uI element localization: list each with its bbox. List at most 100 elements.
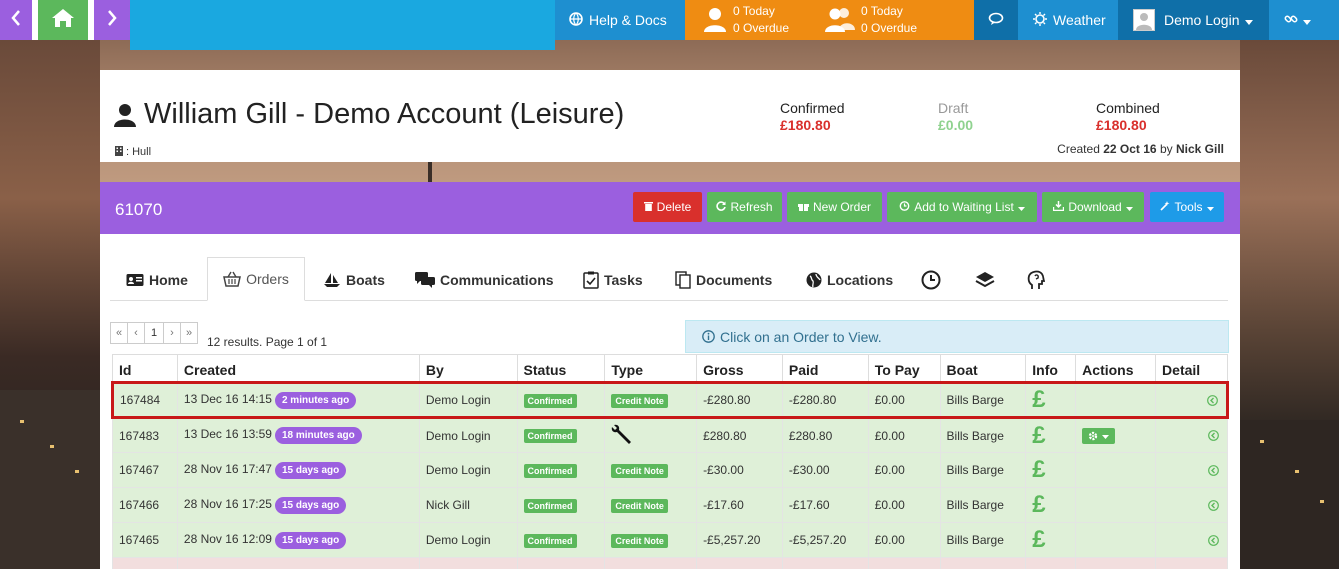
cell-type: Credit Note: [604, 487, 698, 523]
page-prev-button[interactable]: ‹: [127, 322, 145, 344]
cell-boat: Bills Barge: [939, 522, 1027, 558]
pound-icon[interactable]: £: [1032, 422, 1045, 449]
links-menu[interactable]: [1269, 0, 1327, 40]
circle-chevron-left-icon[interactable]: [1208, 464, 1219, 476]
row-actions-button[interactable]: [1082, 427, 1116, 444]
circle-chevron-left-icon[interactable]: [1208, 534, 1219, 546]
table-row[interactable]: 167466 28 Nov 16 17:25 15 days ago Nick G…: [112, 487, 1228, 523]
table-row[interactable]: 167467 28 Nov 16 17:47 15 days ago Demo L…: [112, 452, 1228, 488]
orders-table: Id Created By Status Type Gross Paid To …: [111, 354, 1229, 569]
basket-icon: [223, 271, 242, 287]
help-docs-link[interactable]: Help & Docs: [555, 0, 685, 40]
account-id: 61070: [115, 200, 163, 219]
navbar-edge: [1327, 0, 1339, 40]
caret-down-icon: [1206, 200, 1214, 214]
col-header-gross[interactable]: Gross: [696, 354, 783, 383]
page-first-button[interactable]: «: [110, 322, 128, 344]
cell-info: £: [1025, 522, 1077, 558]
add-waiting-list-button[interactable]: Add to Waiting List: [887, 192, 1037, 222]
tools-button[interactable]: Tools: [1150, 192, 1224, 222]
chat-button[interactable]: [974, 0, 1018, 40]
home-button[interactable]: [38, 0, 88, 40]
page-next-button[interactable]: ›: [163, 322, 181, 344]
tab-orders[interactable]: Orders: [207, 257, 305, 301]
type-badge: Credit Note: [611, 463, 668, 478]
col-header-id[interactable]: Id: [112, 354, 178, 383]
cell-to-pay: £0.00: [867, 452, 941, 488]
status-badge: Confirmed: [523, 463, 577, 478]
user-tasks-counter[interactable]: 0 Today 0 Overdue: [703, 0, 789, 40]
time-ago-badge: 18 minutes ago: [274, 427, 362, 444]
cell-id: 167483: [112, 417, 178, 453]
cell-created: 13 Dec 16 14:15 2 minutes ago: [176, 381, 420, 419]
account-title: William Gill - Demo Account (Leisure): [144, 98, 625, 130]
table-row[interactable]: [112, 557, 1228, 569]
table-row[interactable]: 167483 13 Dec 16 13:59 18 minutes ago Dem…: [112, 417, 1228, 453]
cell-type: Credit Note: [604, 522, 698, 558]
tab-documents-label: Documents: [696, 271, 773, 288]
status-badge: Confirmed: [523, 429, 577, 443]
trash-icon: [643, 200, 653, 214]
delete-button[interactable]: Delete: [633, 192, 702, 222]
cell-status: [516, 557, 606, 569]
tab-boats[interactable]: Boats: [323, 258, 385, 301]
cell-created: 28 Nov 16 17:47 15 days ago: [176, 452, 420, 488]
cell-type: [604, 417, 698, 453]
pound-icon[interactable]: £: [1032, 526, 1045, 553]
cell-actions: [1075, 522, 1157, 558]
weather-label: Weather: [1053, 12, 1106, 28]
tab-home[interactable]: Home: [126, 258, 188, 301]
back-button[interactable]: [0, 0, 32, 40]
new-order-label: New Order: [812, 200, 871, 214]
weather-link[interactable]: Weather: [1018, 0, 1118, 40]
user-menu[interactable]: Demo Login: [1118, 0, 1269, 40]
documents-icon: [675, 270, 691, 289]
tab-head[interactable]: [1027, 258, 1050, 301]
group-tasks-counter[interactable]: 0 Today 0 Overdue: [825, 0, 917, 40]
forward-button[interactable]: [94, 0, 130, 40]
tab-communications-label: Communications: [440, 271, 554, 288]
refresh-button[interactable]: Refresh: [707, 192, 782, 222]
cell-id: 167484: [111, 381, 178, 419]
tab-locations[interactable]: Locations: [806, 258, 893, 301]
pound-icon[interactable]: £: [1032, 386, 1045, 413]
circle-chevron-left-icon[interactable]: [1207, 394, 1218, 406]
created-date: 28 Nov 16 17:47: [183, 461, 272, 476]
download-button[interactable]: Download: [1042, 192, 1144, 222]
col-header-status[interactable]: Status: [516, 354, 606, 383]
tab-documents[interactable]: Documents: [675, 258, 772, 301]
pound-icon[interactable]: £: [1032, 491, 1045, 518]
tab-tasks[interactable]: Tasks: [583, 258, 643, 301]
tab-layers[interactable]: [975, 258, 1000, 301]
new-order-button[interactable]: New Order: [787, 192, 882, 222]
col-header-actions: Actions: [1075, 354, 1157, 383]
circle-chevron-left-icon[interactable]: [1208, 430, 1219, 441]
col-header-type[interactable]: Type: [604, 354, 698, 383]
col-header-boat[interactable]: Boat: [939, 354, 1027, 383]
table-row[interactable]: 167465 28 Nov 16 12:09 15 days ago Demo L…: [112, 522, 1228, 558]
cell-paid: -£17.60: [781, 487, 869, 523]
background-building-left: [0, 390, 100, 569]
col-header-created[interactable]: Created: [176, 354, 420, 383]
gift-icon: [797, 200, 809, 214]
tab-communications[interactable]: Communications: [415, 258, 554, 301]
location-text: : Hull: [126, 146, 152, 158]
avatar: [1133, 9, 1155, 31]
sailboat-icon: [323, 272, 341, 288]
cell-id: 167466: [112, 487, 178, 523]
table-row[interactable]: 167484 13 Dec 16 14:15 2 minutes ago Demo…: [111, 381, 1229, 419]
col-header-paid[interactable]: Paid: [781, 354, 869, 383]
pound-icon[interactable]: £: [1032, 456, 1045, 483]
tab-history[interactable]: [921, 258, 946, 301]
col-header-detail: Detail: [1155, 354, 1228, 383]
cell-by: Demo Login: [418, 381, 518, 419]
col-header-to-pay[interactable]: To Pay: [867, 354, 941, 383]
sun-icon: [1033, 11, 1047, 29]
cell-detail: [1155, 557, 1228, 569]
download-label: Download: [1068, 200, 1122, 214]
page-current[interactable]: 1: [144, 322, 164, 344]
created-info: Created 22 Oct 16 by Nick Gill: [1057, 142, 1224, 156]
col-header-by[interactable]: By: [418, 354, 518, 383]
circle-chevron-left-icon[interactable]: [1208, 499, 1219, 511]
page-last-button[interactable]: »: [180, 322, 198, 344]
